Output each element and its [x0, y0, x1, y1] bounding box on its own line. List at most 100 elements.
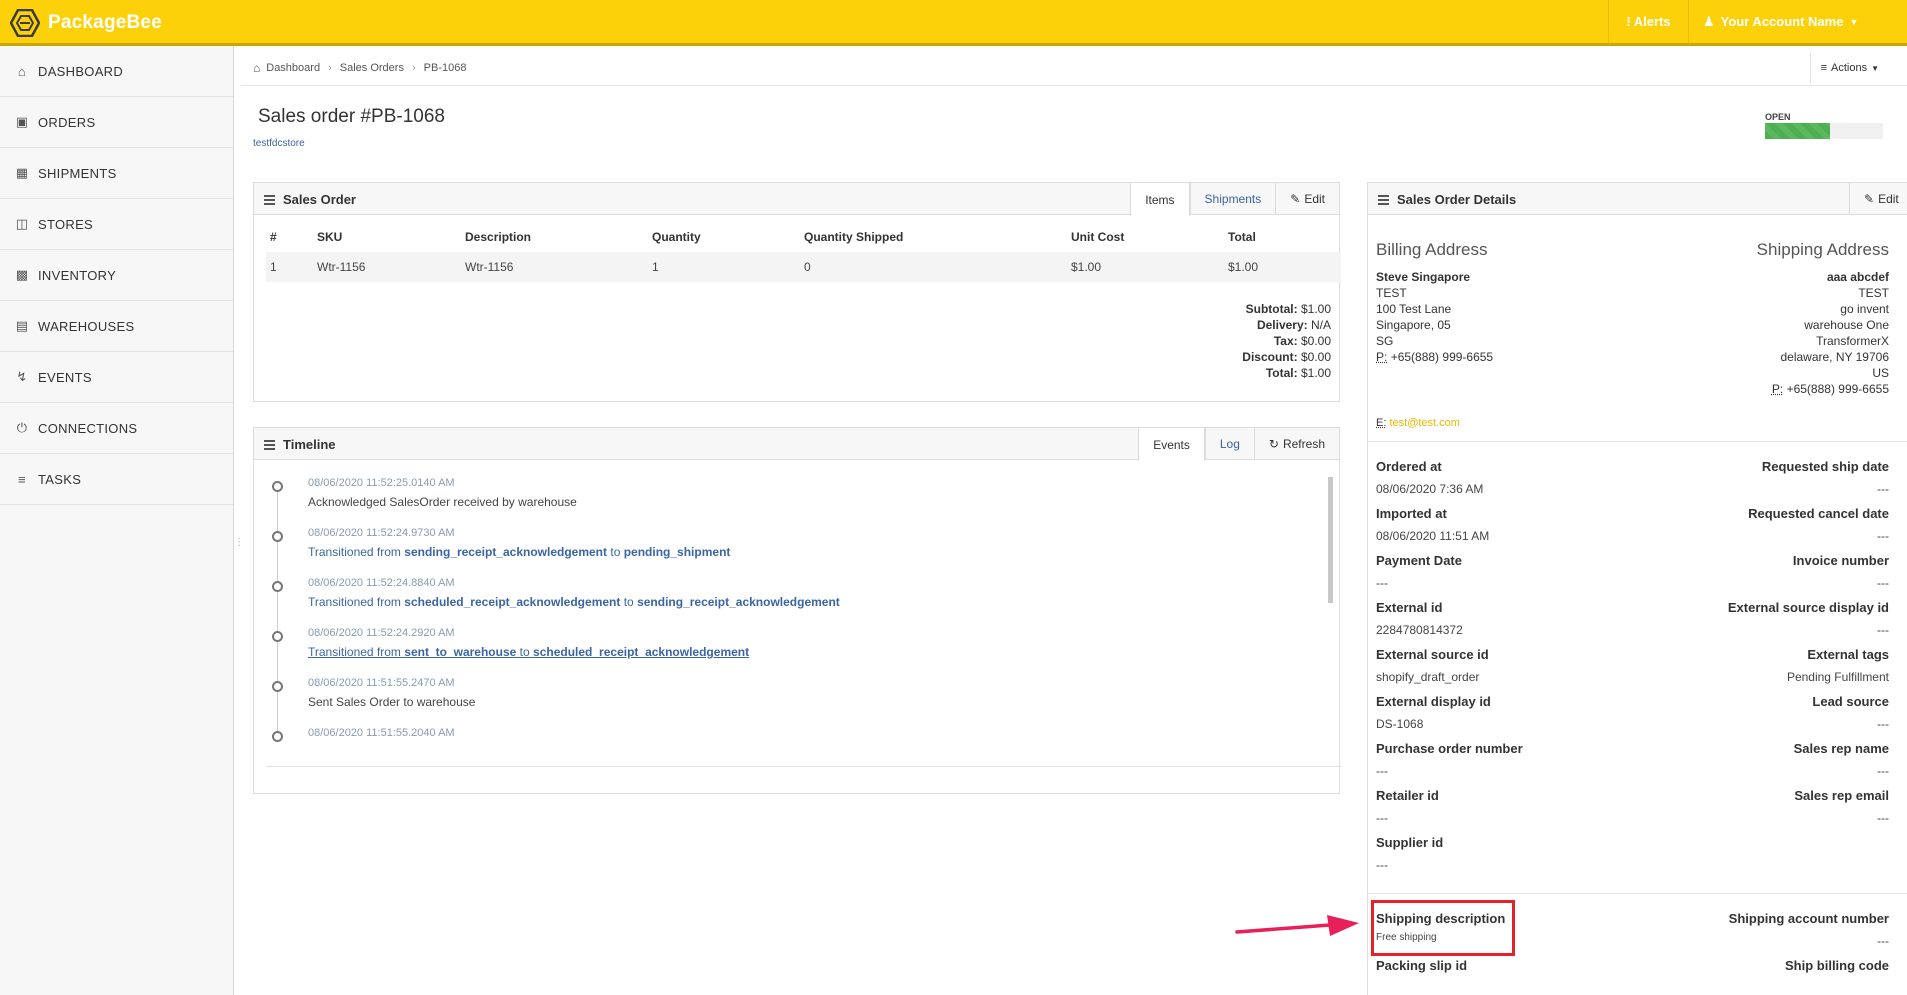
column-header: Unit Cost: [1071, 230, 1125, 244]
billing-line: Singapore, 05: [1376, 318, 1451, 332]
sidebar-item-connections[interactable]: ⏻ CONNECTIONS: [0, 403, 233, 454]
chevron-down-icon: ▼: [1871, 63, 1879, 73]
sidebar-item-label: WAREHOUSES: [38, 318, 135, 334]
field-imported-at: Imported at 08/06/2020 11:51 AM: [1376, 506, 1490, 543]
billing-email: E: test@test.com: [1376, 417, 1460, 429]
sidebar-item-label: TASKS: [38, 471, 82, 487]
event-message[interactable]: Transitioned from sent_to_warehouse to s…: [308, 645, 749, 659]
page-title: Sales order #PB-1068: [258, 106, 445, 128]
sidebar-resize-handle[interactable]: ⋮: [234, 538, 244, 548]
sidebar-item-inventory[interactable]: ▩ INVENTORY: [0, 250, 233, 301]
shipping-line: go invent: [1840, 302, 1889, 316]
tax-value: $0.00: [1300, 334, 1331, 348]
plug-icon: ⏻: [16, 420, 28, 435]
sidebar-item-label: EVENTS: [38, 369, 92, 385]
sidebar-item-orders[interactable]: ▣ ORDERS: [0, 97, 233, 148]
field-payment-date: Payment Date ---: [1376, 553, 1462, 590]
sidebar-item-label: STORES: [38, 216, 94, 232]
items-table: # SKU Description Quantity Quantity Ship…: [266, 230, 1341, 282]
sidebar-item-events[interactable]: ↯ EVENTS: [0, 352, 233, 403]
timeline-dot-icon: [272, 681, 283, 692]
account-menu-button[interactable]: ♟ Your Account Name ▼: [1688, 0, 1907, 43]
home-icon: ⌂: [17, 63, 27, 79]
billing-line: 100 Test Lane: [1376, 302, 1452, 316]
brand-logo[interactable]: PackageBee: [10, 9, 162, 37]
annotation-arrow-icon: [1235, 915, 1359, 936]
status-indicator: OPEN: [1765, 112, 1883, 139]
panel-title: Timeline: [283, 437, 336, 452]
field-external-source-id: External source id shopify_draft_order: [1376, 647, 1489, 684]
alerts-button[interactable]: ! Alerts: [1608, 0, 1688, 43]
field-shipping-account-number: Shipping account number ---: [1728, 911, 1889, 948]
edit-button[interactable]: ✎ Edit: [1275, 183, 1339, 215]
shipping-line: TransformerX: [1816, 334, 1889, 348]
order-totals: Subtotal: $1.00 Delivery: N/A Tax: $0.00…: [1242, 301, 1331, 381]
timeline-scrollbar[interactable]: [1328, 477, 1333, 603]
tab-items[interactable]: Items: [1130, 183, 1190, 216]
store-link[interactable]: testfdcstore: [253, 138, 305, 149]
field-invoice-number: Invoice number ---: [1792, 553, 1889, 590]
discount-label: Discount:: [1242, 350, 1298, 364]
sales-order-panel: Sales Order Items Shipments ✎ Edit # SKU…: [253, 182, 1341, 402]
breadcrumb-dashboard[interactable]: Dashboard: [266, 62, 320, 74]
billing-name: Steve Singapore: [1376, 270, 1471, 284]
field-lead-source: Lead source ---: [1812, 694, 1889, 731]
event-time: 08/06/2020 11:52:25.0140 AM: [308, 477, 455, 489]
tab-log[interactable]: Log: [1204, 428, 1254, 460]
billing-line: TEST: [1376, 286, 1407, 300]
brand-name: PackageBee: [48, 12, 162, 33]
column-header: #: [270, 230, 277, 244]
table-cell: Wtr-1156: [313, 252, 461, 282]
field-supplier-id: Supplier id ---: [1376, 835, 1444, 872]
field-ordered-at: Ordered at 08/06/2020 7:36 AM: [1376, 459, 1484, 496]
sidebar-item-shipments[interactable]: ▦ SHIPMENTS: [0, 148, 233, 199]
top-navbar: PackageBee ! Alerts ♟ Your Account Name …: [0, 0, 1907, 46]
cart-icon: ◫: [15, 216, 29, 231]
list-icon: ≡: [18, 471, 26, 487]
tab-shipments[interactable]: Shipments: [1189, 183, 1276, 215]
field-retailer-id: Retailer id ---: [1376, 788, 1439, 825]
column-header: Total: [1228, 230, 1256, 244]
sales-order-details-panel: Sales Order Details ✎ Edit Billing Addre…: [1367, 182, 1907, 995]
shipping-line: US: [1872, 366, 1889, 380]
field-requested-cancel-date: Requested cancel date ---: [1748, 506, 1889, 543]
event-message[interactable]: Transitioned from sending_receipt_acknow…: [308, 545, 730, 559]
column-header: SKU: [317, 230, 343, 244]
table-cell: $1.00: [1224, 252, 1341, 282]
user-icon: ♟: [1703, 13, 1715, 29]
field-sales-rep-email: Sales rep email ---: [1794, 788, 1889, 825]
event-message: Sent Sales Order to warehouse: [308, 695, 476, 709]
warehouse-icon: ▤: [15, 318, 29, 333]
field-packing-slip-id: Packing slip id: [1376, 958, 1468, 973]
caret-down-icon: ▼: [1849, 16, 1859, 27]
account-name: Your Account Name: [1720, 14, 1844, 29]
inventory-icon: ▩: [15, 267, 29, 282]
menu-icon: [264, 438, 275, 452]
actions-dropdown-button[interactable]: ≡ Actions ▼: [1809, 53, 1889, 83]
event-time: 08/06/2020 11:51:55.2040 AM: [308, 727, 455, 739]
list-icon: ≡: [1820, 62, 1827, 74]
sidebar-item-label: DASHBOARD: [38, 63, 124, 79]
menu-icon: [1378, 193, 1389, 207]
sidebar-item-warehouses[interactable]: ▤ WAREHOUSES: [0, 301, 233, 352]
sidebar-item-dashboard[interactable]: ⌂ DASHBOARD: [0, 46, 233, 97]
title-prefix: Sales order #: [258, 106, 372, 127]
chevron-right-icon: ›: [328, 62, 332, 74]
email-link[interactable]: test@test.com: [1389, 417, 1459, 429]
tab-events[interactable]: Events: [1138, 428, 1205, 461]
table-cell: 0: [800, 252, 1067, 282]
edit-button[interactable]: ✎ Edit: [1849, 183, 1907, 215]
timeline-list[interactable]: 08/06/2020 11:52:25.0140 AM Acknowledged…: [266, 471, 1343, 767]
sidebar-item-stores[interactable]: ◫ STORES: [0, 199, 233, 250]
event-message[interactable]: Transitioned from scheduled_receipt_ackn…: [308, 595, 840, 609]
billing-line: SG: [1376, 334, 1394, 348]
field-external-source-display-id: External source display id ---: [1727, 600, 1889, 637]
refresh-button[interactable]: ↻ Refresh: [1253, 428, 1339, 460]
boxes-icon: ▦: [15, 165, 29, 180]
breadcrumb-sales-orders[interactable]: Sales Orders: [340, 62, 404, 74]
sidebar-item-tasks[interactable]: ≡ TASKS: [0, 454, 233, 505]
breadcrumb-bar: ⌂ Dashboard › Sales Orders › PB-1068 ≡ A…: [241, 50, 1907, 86]
status-progress-fill: [1765, 123, 1830, 139]
home-icon[interactable]: ⌂: [253, 61, 260, 75]
timeline-dot-icon: [272, 581, 283, 592]
